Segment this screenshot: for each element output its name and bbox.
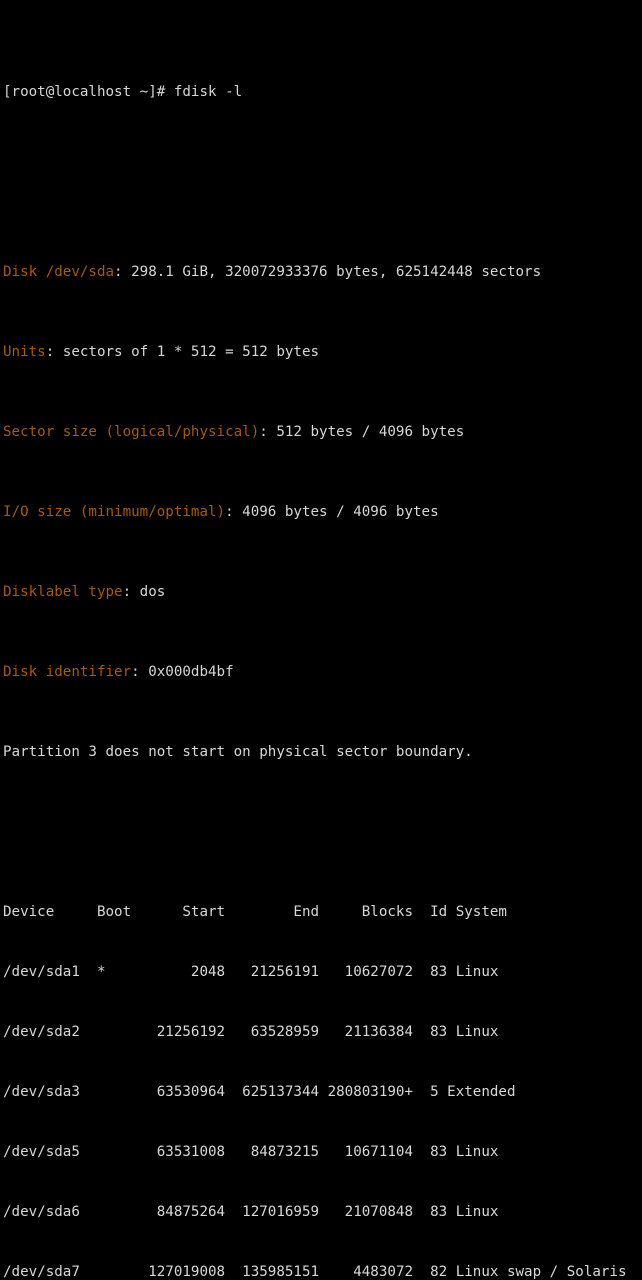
sda-disk-header-label: Disk /dev/sda bbox=[3, 264, 115, 280]
sda-table-header: Device Boot Start End Blocks Id System bbox=[3, 904, 507, 920]
sda-units-label: Units bbox=[3, 344, 46, 360]
sda-disk-header-value: : 298.1 GiB, 320072933376 bytes, 6251424… bbox=[114, 264, 542, 280]
table-row: /dev/sda1 * 2048 21256191 10627072 83 Li… bbox=[3, 964, 499, 980]
sda-sector-size-label: Sector size (logical/physical) bbox=[3, 424, 260, 440]
sda-disklabel-type: Disklabel type: dos bbox=[3, 582, 642, 602]
terminal-screen: [root@localhost ~]# fdisk -l Disk /dev/s… bbox=[3, 2, 642, 1280]
sda-warning-message: Partition 3 does not start on physical s… bbox=[3, 744, 473, 760]
table-row: /dev/sda3 63530964 625137344 280803190+ … bbox=[3, 1084, 516, 1100]
table-row: /dev/sda5 63531008 84873215 10671104 83 … bbox=[3, 1144, 499, 1160]
sda-disk-identifier-value: : 0x000db4bf bbox=[131, 664, 234, 680]
sda-disklabel-type-value: : dos bbox=[122, 584, 166, 600]
table-row: /dev/sda6 84875264 127016959 21070848 83… bbox=[3, 1204, 499, 1220]
command-line: [root@localhost ~]# fdisk -l bbox=[3, 82, 642, 102]
command-text: fdisk -l bbox=[173, 84, 243, 100]
shell-prompt: [root@localhost ~]# bbox=[3, 84, 174, 100]
sda-io-size-label: I/O size (minimum/optimal) bbox=[3, 504, 226, 520]
sda-units-value: : sectors of 1 * 512 = 512 bytes bbox=[45, 344, 320, 360]
terminal-window[interactable]: [root@localhost ~]# fdisk -l Disk /dev/s… bbox=[0, 0, 642, 1280]
table-row: /dev/sda7 127019008 135985151 4483072 82… bbox=[3, 1264, 627, 1280]
table-row: /dev/sda2 21256192 63528959 21136384 83 … bbox=[3, 1024, 499, 1040]
sda-disk-identifier: Disk identifier: 0x000db4bf bbox=[3, 662, 642, 682]
sda-io-size: I/O size (minimum/optimal): 4096 bytes /… bbox=[3, 502, 642, 522]
sda-sector-size: Sector size (logical/physical): 512 byte… bbox=[3, 422, 642, 442]
sda-io-size-value: : 4096 bytes / 4096 bytes bbox=[225, 504, 439, 520]
sda-disklabel-type-label: Disklabel type bbox=[3, 584, 123, 600]
sda-disk-header: Disk /dev/sda: 298.1 GiB, 320072933376 b… bbox=[3, 262, 642, 282]
sda-disk-identifier-label: Disk identifier bbox=[3, 664, 132, 680]
sda-units: Units: sectors of 1 * 512 = 512 bytes bbox=[3, 342, 642, 362]
sda-sector-size-value: : 512 bytes / 4096 bytes bbox=[259, 424, 465, 440]
